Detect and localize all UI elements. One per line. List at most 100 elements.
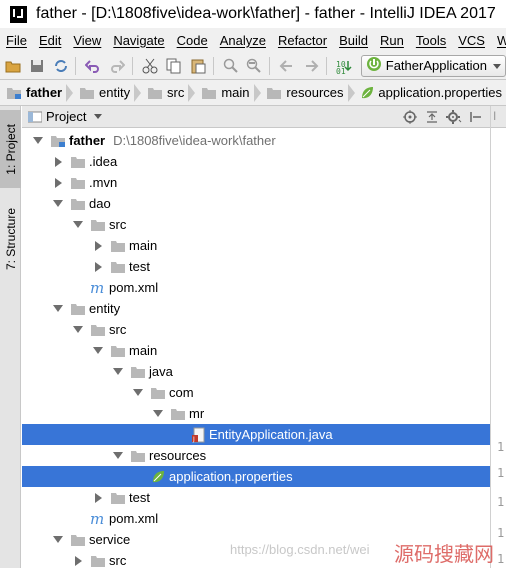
project-view-icon	[28, 111, 42, 123]
tree-node[interactable]: com	[22, 382, 490, 403]
redo-icon[interactable]	[106, 55, 128, 77]
spring-boot-icon	[366, 56, 382, 75]
expanded-arrow-icon[interactable]	[112, 450, 124, 462]
folder-icon	[130, 364, 146, 380]
build-icon[interactable]: 10 01	[333, 55, 355, 77]
breadcrumb-item[interactable]: main	[195, 80, 253, 105]
run-config-dropdown[interactable]: FatherApplication	[360, 54, 506, 77]
menu-vcs[interactable]: VCS	[452, 33, 491, 48]
expanded-arrow-icon[interactable]	[52, 303, 64, 315]
collapsed-arrow-icon[interactable]	[72, 555, 84, 567]
folder-icon	[90, 217, 106, 233]
collapsed-arrow-icon[interactable]	[92, 261, 104, 273]
forward-icon[interactable]	[300, 55, 322, 77]
tree-node[interactable]: dao	[22, 193, 490, 214]
leaf-spacer	[172, 429, 184, 441]
back-icon[interactable]	[276, 55, 298, 77]
folder-icon	[150, 385, 166, 401]
menu-code[interactable]: Code	[171, 33, 214, 48]
menu-build[interactable]: Build	[333, 33, 374, 48]
copy-icon[interactable]	[163, 55, 185, 77]
left-tool-strip: 1: Project 7: Structure	[0, 106, 21, 568]
sync-icon[interactable]	[50, 55, 72, 77]
open-icon[interactable]	[2, 55, 24, 77]
breadcrumb-item[interactable]: resources	[260, 80, 347, 105]
tab-structure[interactable]: 7: Structure	[0, 198, 21, 280]
expanded-arrow-icon[interactable]	[152, 408, 164, 420]
tree-node[interactable]: resources	[22, 445, 490, 466]
tree-node-label: com	[169, 385, 194, 400]
gear-icon[interactable]	[444, 107, 464, 127]
hide-panel-icon[interactable]	[466, 107, 486, 127]
menu-file[interactable]: File	[0, 33, 33, 48]
menu-edit[interactable]: Edit	[33, 33, 67, 48]
expanded-arrow-icon[interactable]	[92, 345, 104, 357]
tree-node[interactable]: J EntityApplication.java	[22, 424, 490, 445]
tree-node[interactable]: src	[22, 214, 490, 235]
tree-node-label: dao	[89, 196, 111, 211]
tree-node[interactable]: test	[22, 256, 490, 277]
replace-icon[interactable]	[243, 55, 265, 77]
menu-view[interactable]: View	[67, 33, 107, 48]
expanded-arrow-icon[interactable]	[132, 387, 144, 399]
tree-node[interactable]: entity	[22, 298, 490, 319]
collapsed-arrow-icon[interactable]	[92, 492, 104, 504]
tree-node-label: java	[149, 364, 173, 379]
tree-node[interactable]: father D:\1808five\idea-work\father	[22, 130, 490, 151]
breadcrumb-item[interactable]: father	[0, 80, 66, 105]
collapsed-arrow-icon[interactable]	[92, 240, 104, 252]
cut-icon[interactable]	[139, 55, 161, 77]
find-icon[interactable]	[220, 55, 242, 77]
menu-refactor[interactable]: Refactor	[272, 33, 333, 48]
breadcrumb-item[interactable]: application.properties	[354, 80, 506, 105]
svg-text:m: m	[90, 281, 104, 295]
tab-project[interactable]: 1: Project	[0, 110, 21, 188]
paste-icon[interactable]	[187, 55, 209, 77]
chevron-down-icon	[492, 58, 501, 73]
expanded-arrow-icon[interactable]	[52, 534, 64, 546]
expanded-arrow-icon[interactable]	[72, 219, 84, 231]
tree-node-label: EntityApplication.java	[209, 427, 333, 442]
collapsed-arrow-icon[interactable]	[52, 177, 64, 189]
collapse-all-icon[interactable]	[422, 107, 442, 127]
breadcrumb-label: father	[26, 85, 63, 100]
expanded-arrow-icon[interactable]	[72, 324, 84, 336]
tree-node[interactable]: m pom.xml	[22, 277, 490, 298]
expanded-arrow-icon[interactable]	[32, 135, 44, 147]
tree-node[interactable]: mr	[22, 403, 490, 424]
tree-node[interactable]: main	[22, 235, 490, 256]
tree-node-label: main	[129, 238, 158, 253]
gutter-line-number: 1	[497, 440, 505, 454]
expanded-arrow-icon[interactable]	[112, 366, 124, 378]
menu-run[interactable]: Run	[374, 33, 410, 48]
menu-w[interactable]: W	[491, 33, 506, 48]
menu-tools[interactable]: Tools	[410, 33, 452, 48]
collapsed-arrow-icon[interactable]	[52, 156, 64, 168]
save-icon[interactable]	[26, 55, 48, 77]
tree-node[interactable]: java	[22, 361, 490, 382]
tree-node[interactable]: m pom.xml	[22, 508, 490, 529]
menu-analyze[interactable]: Analyze	[214, 33, 272, 48]
tree-node[interactable]: src	[22, 319, 490, 340]
editor-tab[interactable]: I	[491, 106, 506, 128]
breadcrumb-item[interactable]: entity	[73, 80, 134, 105]
tree-node[interactable]: .mvn	[22, 172, 490, 193]
spring-leaf-icon	[360, 86, 374, 100]
locate-icon[interactable]	[400, 107, 420, 127]
breadcrumb-item[interactable]: src	[141, 80, 188, 105]
undo-icon[interactable]	[82, 55, 104, 77]
tree-node-path: D:\1808five\idea-work\father	[113, 133, 276, 148]
breadcrumb-label: resources	[286, 85, 344, 100]
menu-navigate[interactable]: Navigate	[107, 33, 170, 48]
view-dropdown-icon[interactable]	[94, 113, 103, 120]
folder-icon	[110, 343, 126, 359]
tree-node[interactable]: test	[22, 487, 490, 508]
tree-node[interactable]: .idea	[22, 151, 490, 172]
tree-node-label: application.properties	[169, 469, 293, 484]
tree-node[interactable]: main	[22, 340, 490, 361]
breadcrumb-separator	[188, 80, 196, 105]
expanded-arrow-icon[interactable]	[52, 198, 64, 210]
java-file-icon: J	[190, 427, 206, 443]
tree-node[interactable]: application.properties	[22, 466, 490, 487]
breadcrumb-separator	[253, 80, 261, 105]
